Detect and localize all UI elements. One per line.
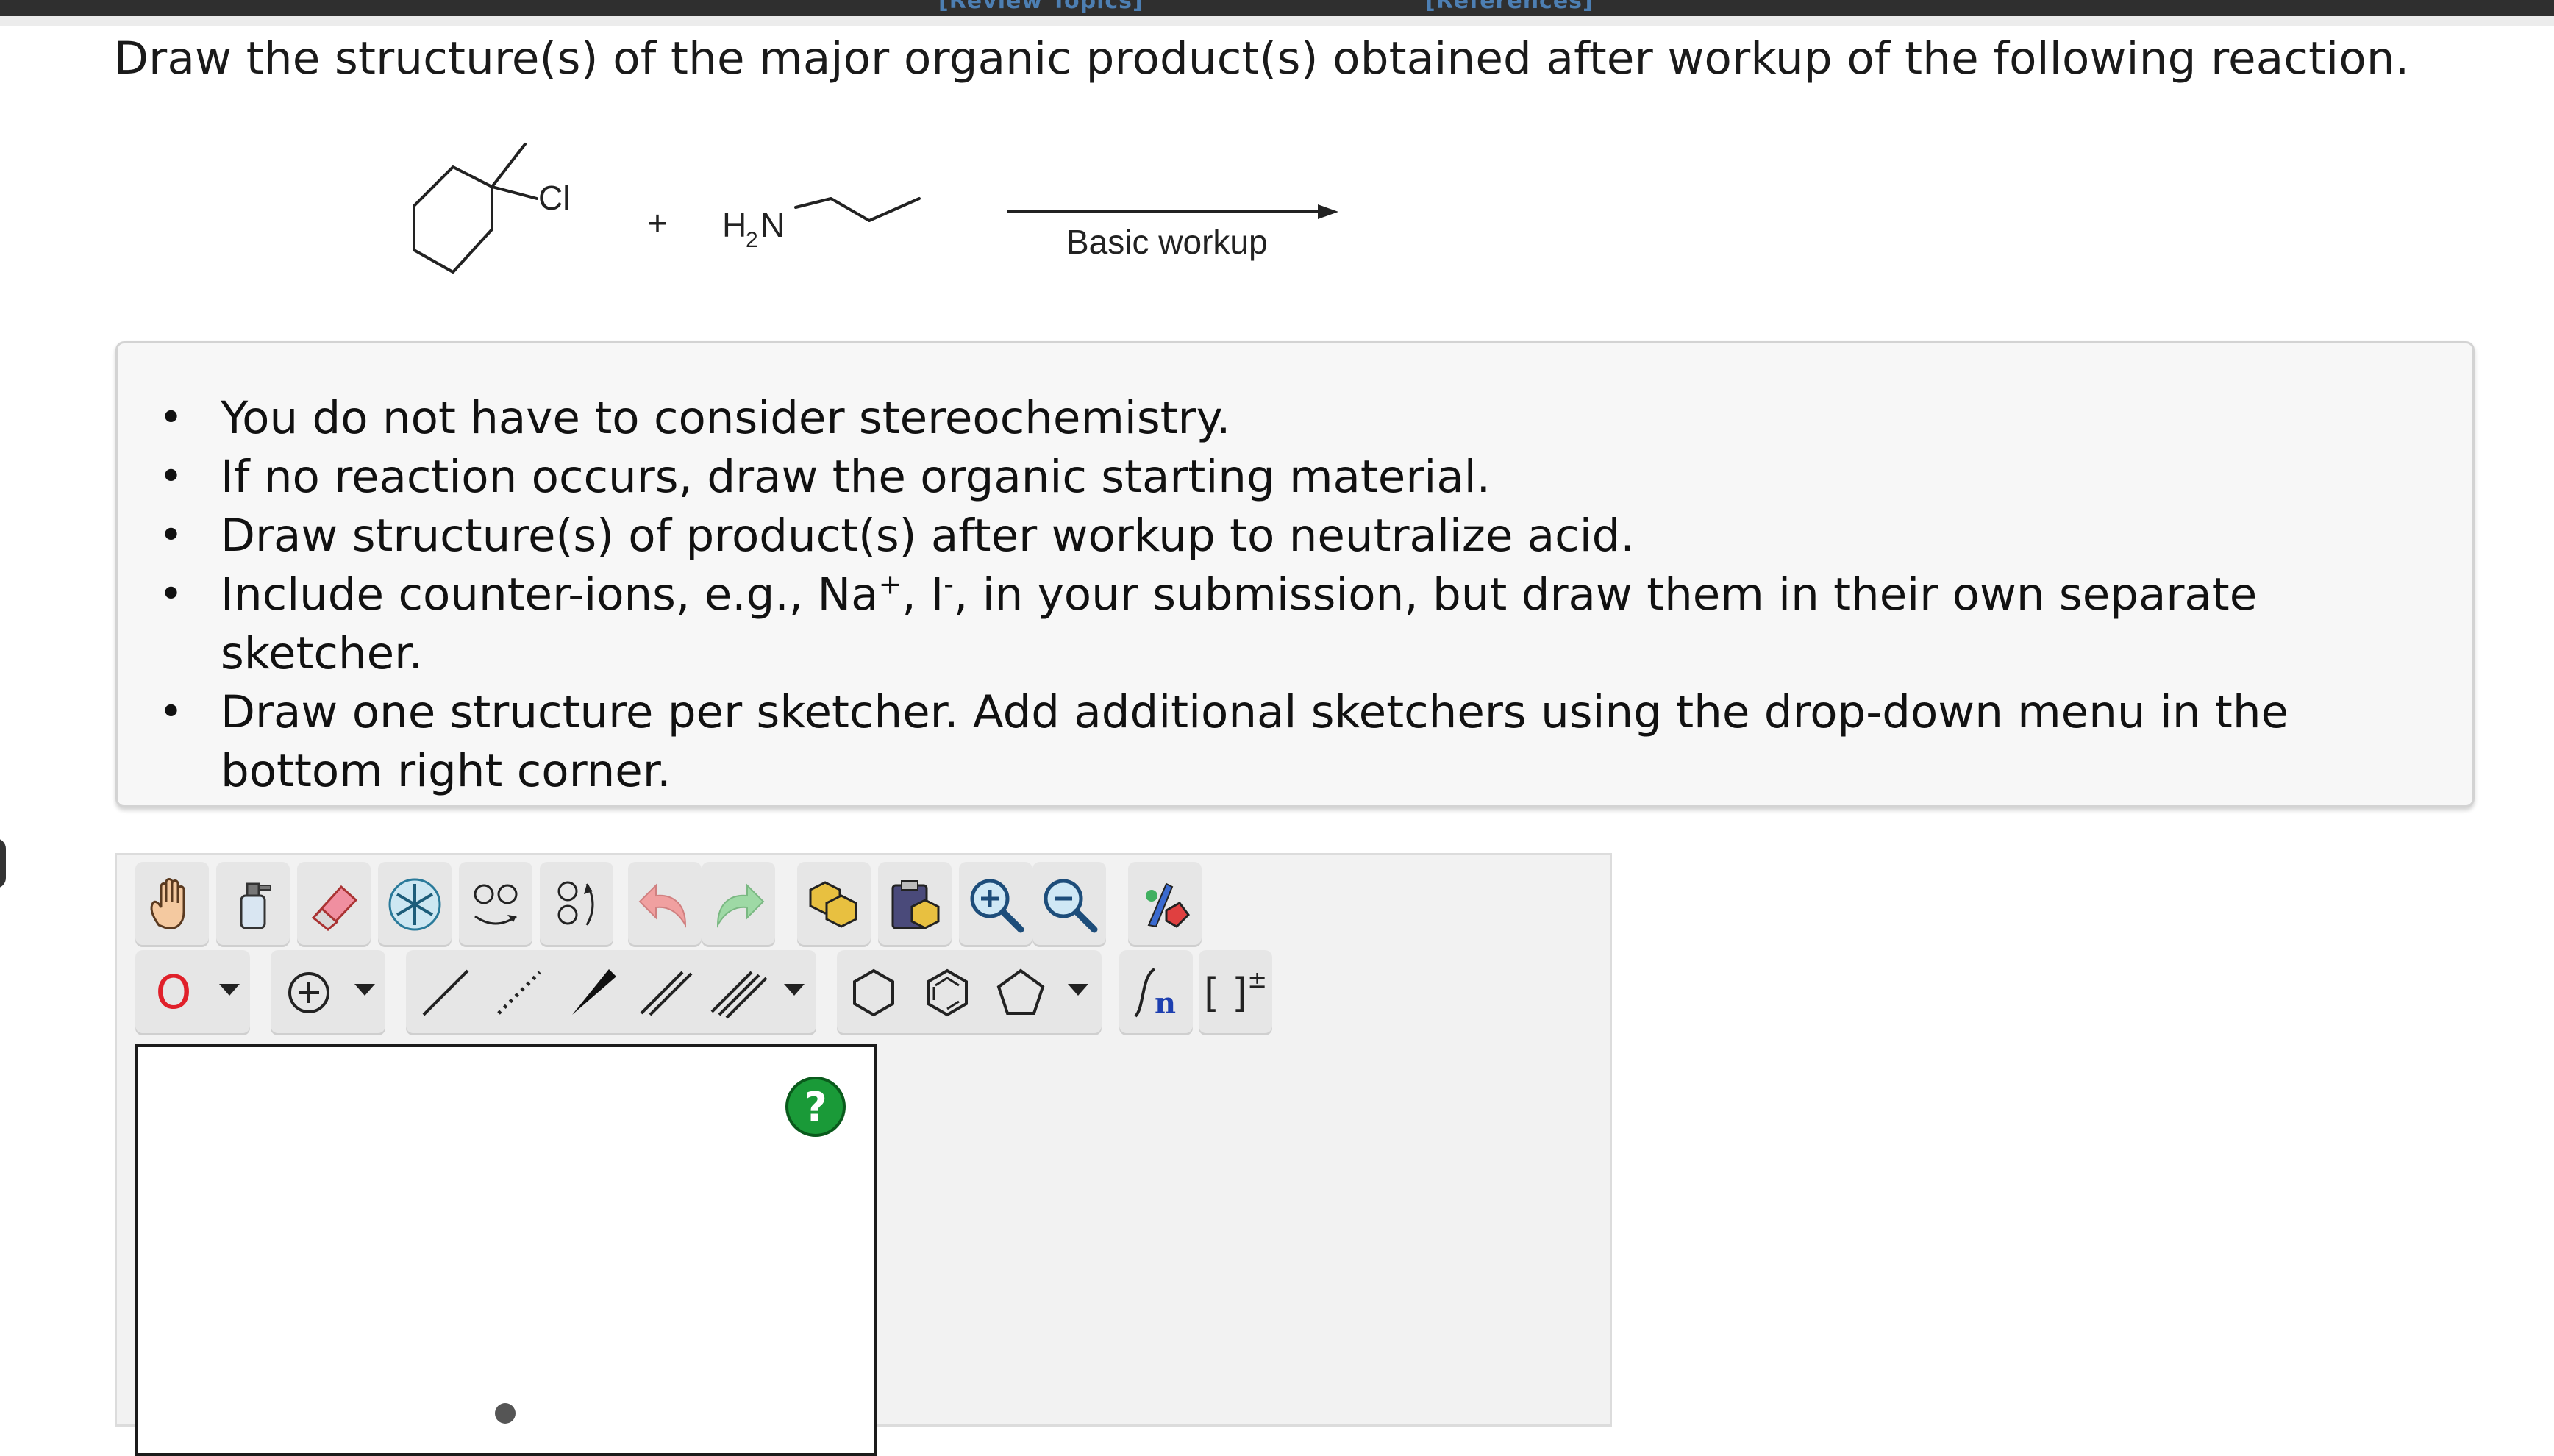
- chloromethyl-bond: [491, 185, 538, 200]
- cyclohexane-button[interactable]: [837, 950, 910, 1035]
- clean-structure-button[interactable]: [1128, 862, 1202, 947]
- instruction-item: If no reaction occurs, draw the organic …: [159, 448, 2441, 507]
- bond-dropdown-caret[interactable]: [784, 984, 805, 996]
- atom-symbol-button[interactable]: O: [151, 959, 196, 1025]
- question-prompt: Draw the structure(s) of the major organ…: [114, 32, 2410, 85]
- double-bond-icon: [640, 971, 693, 1016]
- wedge-bond-button[interactable]: [556, 950, 629, 1035]
- iodide-charge: -: [944, 568, 954, 601]
- paste-button[interactable]: [878, 862, 952, 947]
- spray-bottle-icon: [240, 882, 271, 929]
- top-bar-underline: [0, 16, 2554, 26]
- canvas-anchor-dot: [495, 1403, 516, 1424]
- review-topics-link[interactable]: [Review Topics]: [938, 0, 1144, 14]
- solid-wedge-icon: [572, 969, 616, 1015]
- positive-charge-button[interactable]: [282, 966, 335, 1019]
- undo-button[interactable]: [628, 862, 702, 947]
- flip-vertical-button[interactable]: [540, 862, 613, 947]
- amine-subscript: 2: [746, 228, 758, 252]
- instructions-box: You do not have to consider stereochemis…: [115, 341, 2475, 807]
- sgroup-icon: n: [1134, 968, 1176, 1021]
- propyl-chain: [794, 197, 921, 222]
- instruction-text: Include counter-ions, e.g., Na: [221, 568, 879, 621]
- benzene-icon: [927, 968, 968, 1017]
- instruction-text: Draw one structure per sketcher. Add add…: [221, 686, 2289, 797]
- ring-dropdown-caret[interactable]: [1068, 984, 1088, 996]
- molecule-drawing-canvas[interactable]: [135, 1044, 877, 1456]
- zoom-out-icon: [1044, 879, 1098, 933]
- flip-horizontal-icon: [474, 884, 518, 925]
- single-bond-button[interactable]: [409, 950, 482, 1035]
- lasso-select-button[interactable]: [216, 862, 290, 947]
- instruction-item: Include counter-ions, e.g., Na+, I-, in …: [159, 565, 2441, 683]
- undo-arrow-icon: [638, 883, 687, 928]
- redo-arrow-icon: [716, 883, 765, 928]
- cyclopentane-button[interactable]: [984, 950, 1057, 1035]
- triple-bond-icon: [710, 971, 768, 1019]
- top-navigation-bar: [Review Topics] [References]: [0, 0, 2554, 16]
- dashed-bond-button[interactable]: [482, 950, 556, 1035]
- zoom-in-button[interactable]: [959, 862, 1032, 947]
- references-link[interactable]: [References]: [1425, 0, 1594, 14]
- reaction-condition: Basic workup: [1066, 223, 1268, 261]
- sgroup-subscript: n: [1155, 986, 1176, 1021]
- instruction-text: You do not have to consider stereochemis…: [221, 392, 1231, 444]
- zoom-in-icon: [970, 879, 1024, 933]
- amine-n-label: N: [760, 206, 785, 244]
- bracket-label: [ ]: [1203, 969, 1248, 1016]
- amine-h-label: H: [722, 206, 746, 244]
- instruction-item: You do not have to consider stereochemis…: [159, 389, 2441, 448]
- flip-vertical-icon: [557, 881, 594, 926]
- hashed-wedge-icon: [497, 971, 541, 1015]
- charge-dropdown-caret[interactable]: [354, 984, 375, 996]
- plus-sign: +: [647, 204, 668, 243]
- eraser-icon: [311, 885, 358, 932]
- snowflake-icon: [388, 878, 441, 931]
- redo-button[interactable]: [702, 862, 775, 947]
- reaction-arrowhead: [1318, 204, 1338, 219]
- pentagon-icon: [996, 968, 1045, 1015]
- clipboard-icon: [891, 880, 940, 929]
- pan-tool-button[interactable]: [135, 862, 209, 947]
- methyl-bond: [491, 143, 527, 188]
- eraser-button[interactable]: [297, 862, 371, 947]
- triple-bond-button[interactable]: [703, 950, 777, 1035]
- instruction-text: Draw structure(s) of product(s) after wo…: [221, 510, 1635, 562]
- bracket-charge-button[interactable]: [ ] ±: [1199, 950, 1272, 1035]
- bracket-charge-sup: ±: [1247, 966, 1268, 993]
- instructions-list: You do not have to consider stereochemis…: [159, 389, 2441, 801]
- reaction-scheme: Cl + H 2 N Basic workup: [382, 125, 1412, 301]
- copy-button[interactable]: [797, 862, 871, 947]
- benzene-button[interactable]: [910, 950, 984, 1035]
- single-bond-icon: [422, 969, 469, 1016]
- hexagon-icon: [853, 968, 894, 1017]
- double-bond-button[interactable]: [629, 950, 703, 1035]
- instruction-text: , I: [902, 568, 944, 621]
- flip-horizontal-button[interactable]: [459, 862, 532, 947]
- side-panel-handle[interactable]: [0, 838, 6, 888]
- circled-plus-icon: [288, 972, 329, 1013]
- sodium-charge: +: [878, 568, 902, 601]
- reaction-drawing: Cl + H 2 N Basic workup: [413, 143, 1338, 274]
- help-button[interactable]: ?: [785, 1077, 846, 1137]
- instruction-item: Draw structure(s) of product(s) after wo…: [159, 507, 2441, 565]
- instruction-text: If no reaction occurs, draw the organic …: [221, 451, 1491, 503]
- hand-icon: [150, 878, 185, 929]
- copy-molecule-icon: [809, 881, 857, 928]
- center-view-button[interactable]: [378, 862, 452, 947]
- cyclohexane-ring: [413, 165, 493, 274]
- instruction-item: Draw one structure per sketcher. Add add…: [159, 683, 2441, 801]
- zoom-out-button[interactable]: [1032, 862, 1106, 947]
- clean-structure-icon: [1146, 882, 1190, 928]
- atom-dropdown-caret[interactable]: [219, 984, 240, 996]
- sgroup-button[interactable]: n: [1119, 950, 1193, 1035]
- chlorine-label: Cl: [538, 179, 570, 217]
